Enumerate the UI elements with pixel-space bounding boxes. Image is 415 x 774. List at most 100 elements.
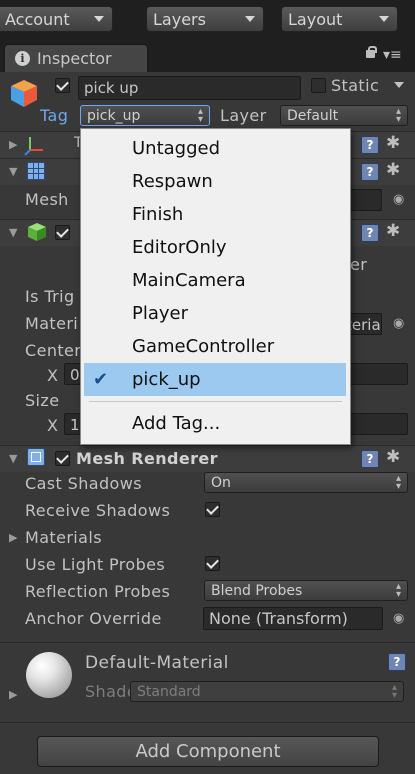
tag-menu-item[interactable]: EditorOnly xyxy=(81,231,350,264)
mesh-renderer-title: Mesh Renderer xyxy=(76,449,218,468)
size-label: Size xyxy=(25,391,60,410)
gear-icon[interactable]: ✱ xyxy=(386,221,400,241)
add-tag-menu-item[interactable]: Add Tag... xyxy=(81,407,350,440)
active-checkbox[interactable] xyxy=(55,78,70,93)
reflection-probes-dropdown[interactable]: Blend Probes ▴ ▾ xyxy=(204,580,408,601)
gear-icon[interactable]: ✱ xyxy=(386,160,400,180)
checkmark-icon: ✔ xyxy=(93,369,109,390)
account-label: Account xyxy=(5,10,70,29)
tag-menu-item[interactable]: Finish xyxy=(81,198,350,231)
chevron-down-icon xyxy=(379,16,389,22)
collider-enabled-checkbox[interactable] xyxy=(55,225,70,240)
reflection-probes-value: Blend Probes xyxy=(211,583,303,599)
gear-icon[interactable]: ✱ xyxy=(386,133,400,153)
reflection-probes-label: Reflection Probes xyxy=(25,582,171,601)
shader-value: Standard xyxy=(137,684,201,700)
mesh-renderer-icon xyxy=(27,448,45,466)
tag-menu-item[interactable]: Respawn xyxy=(81,165,350,198)
help-icon[interactable]: ? xyxy=(361,163,379,181)
layout-dropdown[interactable]: Layout xyxy=(281,6,398,32)
tag-menu-item-label: Finish xyxy=(132,204,184,225)
size-x-label: X xyxy=(47,416,59,435)
mesh-renderer-enabled-checkbox[interactable] xyxy=(55,451,70,466)
foldout-arrow-icon[interactable]: ▶ xyxy=(9,688,17,701)
foldout-arrow-icon[interactable]: ▶ xyxy=(9,531,17,544)
foldout-arrow-icon[interactable]: ▼ xyxy=(9,452,17,465)
lock-icon-shackle xyxy=(368,46,377,53)
receive-shadows-label: Receive Shadows xyxy=(25,501,171,520)
divider xyxy=(0,642,415,643)
center-x-label: X xyxy=(47,366,59,385)
materials-foldout[interactable]: Materials xyxy=(25,528,102,547)
updown-arrow-icon: ▴ ▾ xyxy=(395,473,401,492)
layout-label: Layout xyxy=(288,10,343,29)
layer-value: Default xyxy=(287,108,339,124)
anchor-override-field[interactable]: None (Transform) xyxy=(203,607,383,630)
cast-shadows-dropdown[interactable]: On ▴ ▾ xyxy=(204,472,408,493)
center-label: Center xyxy=(25,341,82,360)
object-name-input[interactable]: pick up xyxy=(78,76,301,100)
menu-icon[interactable]: ▾≡ xyxy=(383,48,402,62)
tag-menu-item-label: MainCamera xyxy=(132,270,246,291)
is-trigger-label: Is Trig xyxy=(25,287,75,306)
foldout-arrow-icon[interactable]: ▼ xyxy=(9,165,17,178)
tag-value: pick_up xyxy=(87,108,141,124)
tag-menu-item-selected[interactable]: ✔ pick_up xyxy=(84,363,346,396)
tag-menu-item-label: Player xyxy=(132,303,189,324)
menu-separator xyxy=(89,401,342,402)
tag-menu-item-label: EditorOnly xyxy=(132,237,227,258)
add-tag-label: Add Tag... xyxy=(132,413,221,434)
mesh-label: Mesh xyxy=(25,190,69,209)
tab-inspector[interactable]: i Inspector xyxy=(4,44,148,73)
center-x-value: 0 xyxy=(70,366,80,384)
anchor-override-label: Anchor Override xyxy=(25,609,162,628)
static-label: Static xyxy=(331,76,380,95)
tag-menu-item[interactable]: Player xyxy=(81,297,350,330)
tag-menu-item[interactable]: GameController xyxy=(81,330,350,363)
layer-label: Layer xyxy=(220,106,267,125)
help-icon[interactable]: ? xyxy=(361,450,379,468)
receive-shadows-checkbox[interactable] xyxy=(205,502,220,517)
transform-axis-icon xyxy=(24,134,46,156)
tag-dropdown[interactable]: pick_up ▴ ▾ xyxy=(80,105,210,126)
tag-popup-menu: Untagged Respawn Finish EditorOnly MainC… xyxy=(80,128,351,445)
collider-material-fragment: teria xyxy=(346,316,381,334)
tag-menu-item[interactable]: Untagged xyxy=(81,132,350,165)
foldout-arrow-icon[interactable]: ▼ xyxy=(9,226,17,239)
use-light-probes-checkbox[interactable] xyxy=(205,556,220,571)
chevron-down-icon[interactable] xyxy=(394,82,404,88)
layers-label: Layers xyxy=(153,10,206,29)
green-cube-icon xyxy=(27,222,47,242)
material-label: Materi xyxy=(25,314,79,333)
chevron-down-icon xyxy=(94,16,104,22)
add-component-button[interactable]: Add Component xyxy=(37,736,379,767)
info-icon: i xyxy=(15,51,30,66)
tag-label: Tag xyxy=(40,106,69,125)
updown-arrow-icon: ▴ ▾ xyxy=(197,106,203,125)
tag-menu-item[interactable]: MainCamera xyxy=(81,264,350,297)
gear-icon[interactable]: ✱ xyxy=(386,447,400,467)
object-picker-icon[interactable]: ◉ xyxy=(393,316,404,331)
updown-arrow-icon: ▴ ▾ xyxy=(395,106,401,125)
grid-icon xyxy=(27,162,45,180)
shader-dropdown[interactable]: Standard ▴ ▾ xyxy=(130,681,404,702)
account-dropdown[interactable]: Account xyxy=(0,6,113,32)
layers-dropdown[interactable]: Layers xyxy=(146,6,264,32)
mesh-field[interactable] xyxy=(348,189,382,211)
object-picker-icon[interactable]: ◉ xyxy=(393,611,404,626)
size-x-value: 1 xyxy=(70,416,80,434)
material-name: Default-Material xyxy=(85,653,229,673)
sphere-preview-icon xyxy=(26,652,72,698)
static-checkbox[interactable] xyxy=(311,78,326,93)
cast-shadows-value: On xyxy=(211,475,231,491)
help-icon[interactable]: ? xyxy=(361,136,379,154)
updown-arrow-icon: ▴ ▾ xyxy=(391,682,397,701)
layer-dropdown[interactable]: Default ▴ ▾ xyxy=(280,105,408,126)
object-picker-icon[interactable]: ◉ xyxy=(393,192,404,207)
help-icon[interactable]: ? xyxy=(388,653,406,671)
tab-inspector-label: Inspector xyxy=(37,49,112,68)
foldout-arrow-icon[interactable]: ▶ xyxy=(9,138,17,151)
cast-shadows-label: Cast Shadows xyxy=(25,474,142,493)
help-icon[interactable]: ? xyxy=(361,224,379,242)
chevron-down-icon xyxy=(245,16,255,22)
